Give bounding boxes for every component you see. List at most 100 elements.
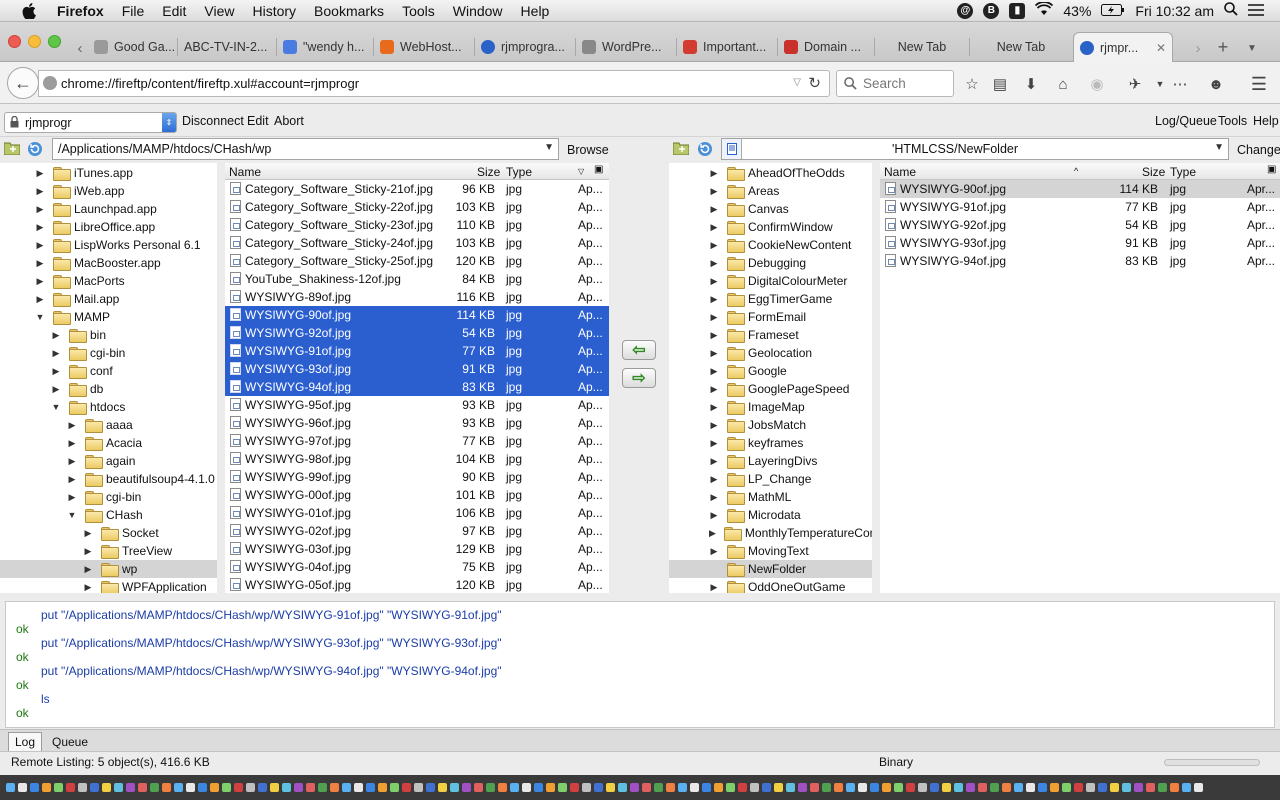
collapsed-twisty-icon[interactable]: ▶ [709,348,719,358]
new-tab-plus-icon[interactable]: + [1213,37,1233,57]
dock-app-icon[interactable] [378,783,387,792]
dock-app-icon[interactable] [126,783,135,792]
dock-app-icon[interactable] [1062,783,1071,792]
dock-app-icon[interactable] [114,783,123,792]
tree-item[interactable]: ▶ aaaa [0,416,217,434]
url-text[interactable]: chrome://fireftp/content/fireftp.xul#acc… [61,76,359,91]
local-header-type[interactable]: Type [506,165,532,179]
tree-item[interactable]: ▶ Mail.app [0,290,217,308]
collapsed-twisty-icon[interactable]: ▶ [67,456,77,466]
tree-item[interactable]: ▶ keyframes [669,434,872,452]
dock-app-icon[interactable] [354,783,363,792]
dock-app-icon[interactable] [162,783,171,792]
status-b-icon[interactable]: B [983,2,1000,19]
file-row[interactable]: WYSIWYG-90of.jpg 114 KB jpg Apr... [880,180,1280,198]
tree-item[interactable]: ▶ Debugging [669,254,872,272]
dock-app-icon[interactable] [1158,783,1167,792]
file-row[interactable]: WYSIWYG-91of.jpg 77 KB jpg Ap... [225,342,609,360]
file-row[interactable]: WYSIWYG-91of.jpg 77 KB jpg Apr... [880,198,1280,216]
tree-item[interactable]: ▶ beautifulsoup4-4.1.0 [0,470,217,488]
tree-item[interactable]: ▶ DigitalColourMeter [669,272,872,290]
collapsed-twisty-icon[interactable]: ▶ [709,276,719,286]
dock-app-icon[interactable] [774,783,783,792]
account-select[interactable]: rjmprogr ⇕ [4,112,177,133]
dock-app-icon[interactable] [270,783,279,792]
collapsed-twisty-icon[interactable]: ▶ [709,402,719,412]
close-tab-icon[interactable]: ✕ [1156,41,1166,55]
file-row[interactable]: WYSIWYG-94of.jpg 83 KB jpg Apr... [880,252,1280,270]
dock-app-icon[interactable] [1074,783,1083,792]
tree-item[interactable]: ▶ LispWorks Personal 6.1 [0,236,217,254]
tab-wordpress[interactable]: WordPre... [576,32,676,62]
collapsed-twisty-icon[interactable]: ▶ [709,528,716,538]
dock-app-icon[interactable] [246,783,255,792]
collapsed-twisty-icon[interactable]: ▶ [51,348,61,358]
dock-app-icon[interactable] [726,783,735,792]
dock-app-icon[interactable] [234,783,243,792]
dock-app-icon[interactable] [942,783,951,792]
tree-item[interactable]: ▶ AheadOfTheOdds [669,164,872,182]
tree-item[interactable]: ▶ MacPorts [0,272,217,290]
edit-button[interactable]: Edit [247,114,269,128]
dock-app-icon[interactable] [822,783,831,792]
remote-new-folder-icon[interactable] [672,141,690,157]
dock-app-icon[interactable] [294,783,303,792]
remote-path-dropdown-icon[interactable]: ▼ [1214,142,1224,153]
dock-app-icon[interactable] [906,783,915,792]
url-bar[interactable]: chrome://fireftp/content/fireftp.xul#acc… [38,70,830,97]
file-row[interactable]: Category_Software_Sticky-22of.jpg 103 KB j… [225,198,609,216]
dock-app-icon[interactable] [318,783,327,792]
dock-app-icon[interactable] [1146,783,1155,792]
back-button[interactable]: ← [7,67,39,99]
collapsed-twisty-icon[interactable]: ▶ [709,456,719,466]
local-column-picker-icon[interactable]: ▣ [594,164,603,175]
file-row[interactable]: WYSIWYG-94of.jpg 83 KB jpg Ap... [225,378,609,396]
collapsed-twisty-icon[interactable]: ▶ [709,258,719,268]
collapsed-twisty-icon[interactable]: ▶ [67,420,77,430]
tree-item[interactable]: ▶ wp [0,560,217,578]
dock-app-icon[interactable] [678,783,687,792]
dock-app-icon[interactable] [882,783,891,792]
status-app-icon[interactable]: @ [957,2,974,19]
remote-column-picker-icon[interactable]: ▣ [1267,164,1276,175]
local-header-sort-icon[interactable]: ▽ [578,167,584,176]
notification-center-icon[interactable] [1248,3,1264,19]
tree-item[interactable]: ▼ CHash [0,506,217,524]
status-transfer-mode[interactable]: Binary [879,755,913,769]
tree-item[interactable]: ▼ MAMP [0,308,217,326]
file-row[interactable]: WYSIWYG-97of.jpg 77 KB jpg Ap... [225,432,609,450]
dock-app-icon[interactable] [474,783,483,792]
dock-app-icon[interactable] [630,783,639,792]
file-row[interactable]: WYSIWYG-03of.jpg 129 KB jpg Ap... [225,540,609,558]
change-button[interactable]: Change [1237,143,1280,157]
dock-app-icon[interactable] [198,783,207,792]
url-history-dropdown-icon[interactable]: ▽ [793,77,801,88]
dock-app-icon[interactable] [786,783,795,792]
tab-queue[interactable]: Queue [46,732,94,751]
dock-app-icon[interactable] [402,783,411,792]
menu-help[interactable]: Help [512,3,559,19]
menu-window[interactable]: Window [444,3,512,19]
dock-app-icon[interactable] [78,783,87,792]
dock-app-icon[interactable] [90,783,99,792]
file-row[interactable]: WYSIWYG-04of.jpg 75 KB jpg Ap... [225,558,609,576]
collapsed-twisty-icon[interactable]: ▶ [709,168,719,178]
minimize-window-button[interactable] [28,35,41,48]
menu-edit[interactable]: Edit [153,3,195,19]
dock-app-icon[interactable] [1002,783,1011,792]
dock-app-icon[interactable] [930,783,939,792]
dock-app-icon[interactable] [450,783,459,792]
dock-app-icon[interactable] [414,783,423,792]
hamburger-menu-icon[interactable]: ☰ [1249,74,1269,94]
dock-app-icon[interactable] [558,783,567,792]
tree-item[interactable]: ▶ MonthlyTemperatureCom [669,524,872,542]
list-all-tabs-icon[interactable]: ▼ [1242,38,1262,58]
collapsed-twisty-icon[interactable]: ▶ [709,474,719,484]
tree-item[interactable]: ▶ cgi-bin [0,344,217,362]
file-row[interactable]: Category_Software_Sticky-25of.jpg 120 KB j… [225,252,609,270]
local-file-list[interactable]: Name Size Type ▽ ▣ Category_Software_Sti… [225,163,609,593]
file-row[interactable]: WYSIWYG-96of.jpg 93 KB jpg Ap... [225,414,609,432]
collapsed-twisty-icon[interactable]: ▶ [51,384,61,394]
tab-rjmprogramming[interactable]: rjmprogra... [475,32,575,62]
remote-header-name[interactable]: Name [884,165,916,179]
